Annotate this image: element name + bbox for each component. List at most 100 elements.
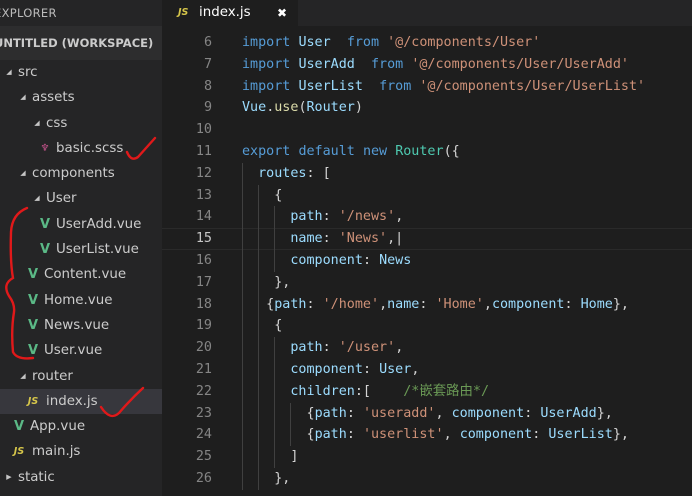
code-token: { — [242, 427, 315, 443]
code-token: '@/components/User' — [387, 35, 541, 50]
code-line[interactable]: 13 { — [162, 184, 692, 207]
code-token: name — [387, 296, 420, 312]
code-token: path — [314, 427, 347, 443]
line-number: 7 — [203, 56, 212, 72]
code-token: }, — [612, 296, 629, 312]
code-token: }, — [242, 274, 291, 290]
code-token: import — [242, 35, 291, 50]
code-line[interactable]: 10 — [162, 119, 692, 141]
triangle-down-icon[interactable]: ◢ — [18, 85, 28, 110]
tree-item-app-vue[interactable]: V App.vue — [0, 414, 162, 439]
tree-item-label: static — [18, 469, 55, 485]
tree-item-main-js[interactable]: JS main.js — [0, 439, 162, 464]
explorer-sidebar: EXPLORER UNTITLED (WORKSPACE) ◢ src ◢ asset… — [0, 0, 162, 496]
tree-item-src[interactable]: ◢ src — [0, 60, 162, 85]
tree-item-label: router — [32, 368, 73, 384]
triangle-down-icon[interactable]: ◢ — [4, 60, 14, 85]
code-token: routes — [258, 165, 307, 181]
code-line[interactable]: 14 path: '/news', — [162, 206, 692, 229]
close-icon[interactable]: ✖ — [277, 0, 287, 26]
code-token: import — [242, 56, 291, 72]
code-line[interactable]: 12 routes: [ — [162, 162, 692, 185]
tree-item-assets[interactable]: ◢ assets — [0, 85, 162, 110]
code-token: from — [346, 35, 380, 50]
code-token: component — [459, 427, 533, 443]
line-number: 19 — [195, 318, 212, 334]
tree-item-static[interactable]: ▶ static — [0, 465, 162, 490]
code-text: component: User, — [242, 359, 419, 381]
code-token: : — [524, 405, 541, 421]
tree-item-useradd-vue[interactable]: V UserAdd.vue — [0, 212, 162, 237]
code-editor[interactable]: 6 import User from '@/components/User' 7 im… — [162, 32, 692, 496]
code-token: component — [290, 253, 363, 268]
triangle-right-icon[interactable]: ▶ — [4, 465, 14, 490]
tab-index-js[interactable]: JS index.js ✖ — [162, 0, 298, 26]
tree-item-user[interactable]: ◢ User — [0, 186, 162, 211]
triangle-down-icon[interactable]: ◢ — [18, 161, 28, 186]
code-token: 'News' — [338, 231, 388, 247]
code-line[interactable]: 7 import UserAdd from '@/components/User/… — [162, 54, 692, 76]
tree-item-news-vue[interactable]: V News.vue — [0, 313, 162, 338]
tree-item-label: index.js — [46, 393, 98, 409]
code-line[interactable]: 21 component: User, — [162, 359, 692, 381]
code-token: , — [379, 296, 388, 312]
tree-item-userlist-vue[interactable]: V UserList.vue — [0, 237, 162, 262]
code-line[interactable]: 15 name: 'News',| — [162, 228, 692, 250]
code-token: Vue — [242, 100, 267, 116]
tree-item-user-vue[interactable]: V User.vue — [0, 338, 162, 363]
code-text: component: News — [242, 250, 411, 272]
code-token: , — [435, 405, 452, 421]
code-text: path: '/news', — [242, 206, 403, 228]
code-line[interactable]: 19 { — [162, 315, 692, 338]
code-token: from — [379, 78, 412, 94]
line-number: 20 — [195, 340, 212, 356]
code-line[interactable]: 22 children:[ /*嵌套路由*/ — [162, 380, 692, 403]
code-token: default — [298, 144, 355, 159]
code-token: component — [451, 405, 525, 421]
code-token: :[ — [354, 383, 404, 399]
code-line[interactable]: 26 }, — [162, 468, 692, 490]
triangle-down-icon[interactable]: ◢ — [18, 364, 28, 389]
code-token: ( — [298, 100, 307, 116]
code-line[interactable]: 23 {path: 'useradd', component: UserAdd}… — [162, 402, 692, 425]
triangle-down-icon[interactable]: ◢ — [32, 111, 42, 136]
tree-item-basic-scss[interactable]: ♆ basic.scss — [0, 136, 162, 161]
tree-item-router[interactable]: ◢ router — [0, 364, 162, 389]
code-text: import UserAdd from '@/components/User/U… — [242, 54, 629, 76]
code-token: Home — [580, 296, 613, 312]
line-number: 26 — [195, 471, 212, 486]
vue-logo-icon: V — [27, 317, 39, 333]
code-token: User — [379, 362, 412, 377]
code-token: Router — [306, 100, 355, 116]
tree-item-index-js[interactable]: JS index.js — [0, 388, 162, 415]
code-line[interactable]: 17 }, — [162, 271, 692, 294]
code-line[interactable]: 8 import UserList from '@/components/User… — [162, 76, 692, 98]
code-line[interactable]: 16 component: News — [162, 250, 692, 272]
code-line[interactable]: 18 {path: '/home',name: 'Home',component… — [162, 293, 692, 316]
triangle-down-icon[interactable]: ◢ — [32, 186, 42, 211]
tree-item-label: UserList.vue — [56, 242, 139, 258]
code-line[interactable]: 20 path: '/user', — [162, 337, 692, 359]
code-token: : — [306, 296, 323, 312]
code-token: : — [322, 340, 339, 356]
vue-logo-icon: V — [39, 216, 51, 232]
tree-item-label: News.vue — [44, 317, 110, 333]
code-token: , — [483, 296, 492, 312]
workspace-title[interactable]: UNTITLED (WORKSPACE) — [0, 26, 162, 60]
tree-item-label: main.js — [32, 444, 81, 460]
tree-item-home-vue[interactable]: V Home.vue — [0, 288, 162, 313]
line-number: 24 — [195, 427, 212, 443]
tree-item-components[interactable]: ◢ components — [0, 161, 162, 186]
code-line[interactable]: 9 Vue.use(Router) — [162, 97, 692, 119]
tree-item-content-vue[interactable]: V Content.vue — [0, 262, 162, 287]
code-line[interactable]: 25 ] — [162, 446, 692, 468]
code-line[interactable]: 11 export default new Router({ — [162, 141, 692, 163]
tree-item-css[interactable]: ◢ css — [0, 111, 162, 136]
vue-logo-icon: V — [27, 292, 39, 308]
code-line[interactable]: 6 import User from '@/components/User' — [162, 32, 692, 54]
code-line[interactable]: 24 {path: 'userlist', component: UserLis… — [162, 424, 692, 447]
code-token: ({ — [443, 144, 460, 159]
code-token: path — [290, 209, 323, 225]
